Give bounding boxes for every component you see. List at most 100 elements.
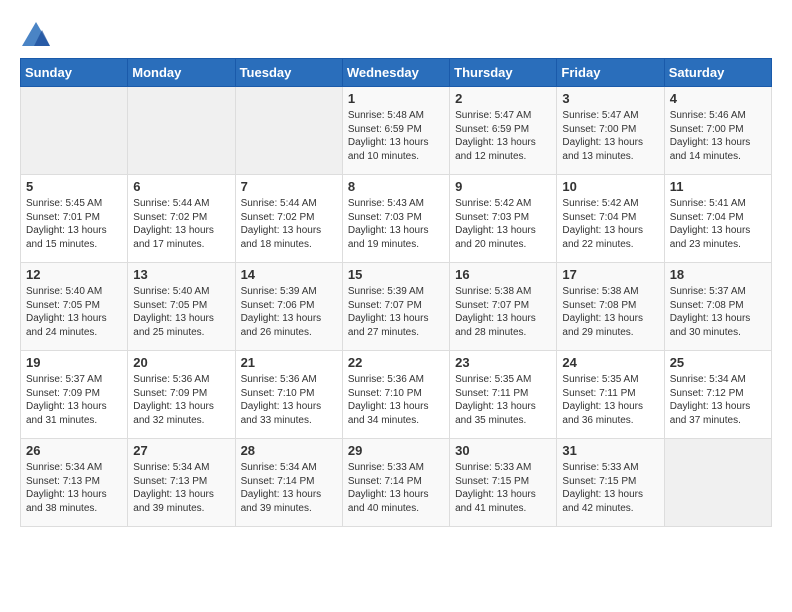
day-number: 22 [348,355,444,370]
day-number: 15 [348,267,444,282]
cell-info: Sunrise: 5:48 AM Sunset: 6:59 PM Dayligh… [348,109,444,163]
cell-info: Sunrise: 5:36 AM Sunset: 7:10 PM Dayligh… [348,373,444,427]
day-number: 2 [455,91,551,106]
day-number: 19 [26,355,122,370]
cell-info: Sunrise: 5:47 AM Sunset: 6:59 PM Dayligh… [455,109,551,163]
cell-info: Sunrise: 5:40 AM Sunset: 7:05 PM Dayligh… [26,285,122,339]
cell-info: Sunrise: 5:35 AM Sunset: 7:11 PM Dayligh… [562,373,658,427]
calendar-cell [21,87,128,175]
day-header-friday: Friday [557,59,664,87]
cell-info: Sunrise: 5:33 AM Sunset: 7:14 PM Dayligh… [348,461,444,515]
calendar-cell: 7 Sunrise: 5:44 AM Sunset: 7:02 PM Daylig… [235,175,342,263]
calendar-cell: 27 Sunrise: 5:34 AM Sunset: 7:13 PM Dayli… [128,439,235,527]
day-number: 27 [133,443,229,458]
cell-info: Sunrise: 5:42 AM Sunset: 7:04 PM Dayligh… [562,197,658,251]
cell-info: Sunrise: 5:45 AM Sunset: 7:01 PM Dayligh… [26,197,122,251]
calendar-cell: 13Sunrise: 5:40 AM Sunset: 7:05 PM Dayli… [128,263,235,351]
calendar-cell: 23 Sunrise: 5:35 AM Sunset: 7:11 PM Dayli… [450,351,557,439]
day-number: 6 [133,179,229,194]
day-number: 12 [26,267,122,282]
days-of-week-row: SundayMondayTuesdayWednesdayThursdayFrid… [21,59,772,87]
cell-info: Sunrise: 5:34 AM Sunset: 7:13 PM Dayligh… [133,461,229,515]
calendar-cell: 12 Sunrise: 5:40 AM Sunset: 7:05 PM Dayli… [21,263,128,351]
calendar-cell: 8 Sunrise: 5:43 AM Sunset: 7:03 PM Daylig… [342,175,449,263]
cell-info: Sunrise: 5:37 AM Sunset: 7:09 PM Dayligh… [26,373,122,427]
day-number: 24 [562,355,658,370]
cell-info: Sunrise: 5:35 AM Sunset: 7:11 PM Dayligh… [455,373,551,427]
day-number: 25 [670,355,766,370]
cell-info: Sunrise: 5:34 AM Sunset: 7:13 PM Dayligh… [26,461,122,515]
day-number: 29 [348,443,444,458]
cell-info: Sunrise: 5:33 AM Sunset: 7:15 PM Dayligh… [562,461,658,515]
day-number: 23 [455,355,551,370]
cell-info: Sunrise: 5:42 AM Sunset: 7:03 PM Dayligh… [455,197,551,251]
cell-info: Sunrise: 5:39 AM Sunset: 7:07 PM Dayligh… [348,285,444,339]
day-number: 10 [562,179,658,194]
calendar-cell: 28Sunrise: 5:34 AM Sunset: 7:14 PM Dayli… [235,439,342,527]
calendar-cell: 14 Sunrise: 5:39 AM Sunset: 7:06 PM Dayli… [235,263,342,351]
day-number: 20 [133,355,229,370]
day-number: 30 [455,443,551,458]
day-header-saturday: Saturday [664,59,771,87]
cell-info: Sunrise: 5:37 AM Sunset: 7:08 PM Dayligh… [670,285,766,339]
day-number: 26 [26,443,122,458]
day-number: 1 [348,91,444,106]
cell-info: Sunrise: 5:36 AM Sunset: 7:09 PM Dayligh… [133,373,229,427]
cell-info: Sunrise: 5:41 AM Sunset: 7:04 PM Dayligh… [670,197,766,251]
cell-info: Sunrise: 5:39 AM Sunset: 7:06 PM Dayligh… [241,285,337,339]
calendar-cell: 29 Sunrise: 5:33 AM Sunset: 7:14 PM Dayli… [342,439,449,527]
day-number: 13 [133,267,229,282]
calendar-cell: 26 Sunrise: 5:34 AM Sunset: 7:13 PM Dayli… [21,439,128,527]
week-row-4: 19 Sunrise: 5:37 AM Sunset: 7:09 PM Dayli… [21,351,772,439]
calendar-cell [128,87,235,175]
cell-info: Sunrise: 5:36 AM Sunset: 7:10 PM Dayligh… [241,373,337,427]
calendar-header: SundayMondayTuesdayWednesdayThursdayFrid… [21,59,772,87]
week-row-5: 26 Sunrise: 5:34 AM Sunset: 7:13 PM Dayli… [21,439,772,527]
day-number: 7 [241,179,337,194]
calendar-cell: 15 Sunrise: 5:39 AM Sunset: 7:07 PM Dayli… [342,263,449,351]
day-number: 11 [670,179,766,194]
cell-info: Sunrise: 5:34 AM Sunset: 7:12 PM Dayligh… [670,373,766,427]
calendar-cell: 10 Sunrise: 5:42 AM Sunset: 7:04 PM Dayli… [557,175,664,263]
calendar-cell: 22 Sunrise: 5:36 AM Sunset: 7:10 PM Dayli… [342,351,449,439]
calendar-cell: 3Sunrise: 5:47 AM Sunset: 7:00 PM Daylig… [557,87,664,175]
calendar-cell: 30 Sunrise: 5:33 AM Sunset: 7:15 PM Dayli… [450,439,557,527]
calendar-cell: 24 Sunrise: 5:35 AM Sunset: 7:11 PM Dayli… [557,351,664,439]
cell-info: Sunrise: 5:46 AM Sunset: 7:00 PM Dayligh… [670,109,766,163]
calendar-cell: 19 Sunrise: 5:37 AM Sunset: 7:09 PM Dayli… [21,351,128,439]
calendar-table: SundayMondayTuesdayWednesdayThursdayFrid… [20,58,772,527]
calendar-cell: 18 Sunrise: 5:37 AM Sunset: 7:08 PM Dayli… [664,263,771,351]
calendar-cell: 4 Sunrise: 5:46 AM Sunset: 7:00 PM Daylig… [664,87,771,175]
calendar-cell: 21 Sunrise: 5:36 AM Sunset: 7:10 PM Dayli… [235,351,342,439]
cell-info: Sunrise: 5:33 AM Sunset: 7:15 PM Dayligh… [455,461,551,515]
calendar-body: 1 Sunrise: 5:48 AM Sunset: 6:59 PM Daylig… [21,87,772,527]
calendar-cell: 5 Sunrise: 5:45 AM Sunset: 7:01 PM Daylig… [21,175,128,263]
calendar-cell: 17Sunrise: 5:38 AM Sunset: 7:08 PM Dayli… [557,263,664,351]
day-header-sunday: Sunday [21,59,128,87]
day-number: 8 [348,179,444,194]
calendar-cell: 1 Sunrise: 5:48 AM Sunset: 6:59 PM Daylig… [342,87,449,175]
cell-info: Sunrise: 5:38 AM Sunset: 7:07 PM Dayligh… [455,285,551,339]
day-header-monday: Monday [128,59,235,87]
day-header-tuesday: Tuesday [235,59,342,87]
day-number: 3 [562,91,658,106]
logo [20,20,56,48]
day-number: 17 [562,267,658,282]
page-header [20,20,772,48]
calendar-cell: 2 Sunrise: 5:47 AM Sunset: 6:59 PM Daylig… [450,87,557,175]
day-header-thursday: Thursday [450,59,557,87]
cell-info: Sunrise: 5:44 AM Sunset: 7:02 PM Dayligh… [241,197,337,251]
calendar-cell [664,439,771,527]
week-row-3: 12 Sunrise: 5:40 AM Sunset: 7:05 PM Dayli… [21,263,772,351]
day-number: 14 [241,267,337,282]
calendar-cell: 11 Sunrise: 5:41 AM Sunset: 7:04 PM Dayli… [664,175,771,263]
cell-info: Sunrise: 5:43 AM Sunset: 7:03 PM Dayligh… [348,197,444,251]
cell-info: Sunrise: 5:44 AM Sunset: 7:02 PM Dayligh… [133,197,229,251]
day-number: 18 [670,267,766,282]
calendar-cell: 20 Sunrise: 5:36 AM Sunset: 7:09 PM Dayli… [128,351,235,439]
day-number: 21 [241,355,337,370]
day-number: 4 [670,91,766,106]
day-number: 5 [26,179,122,194]
day-number: 16 [455,267,551,282]
logo-icon [20,20,52,48]
